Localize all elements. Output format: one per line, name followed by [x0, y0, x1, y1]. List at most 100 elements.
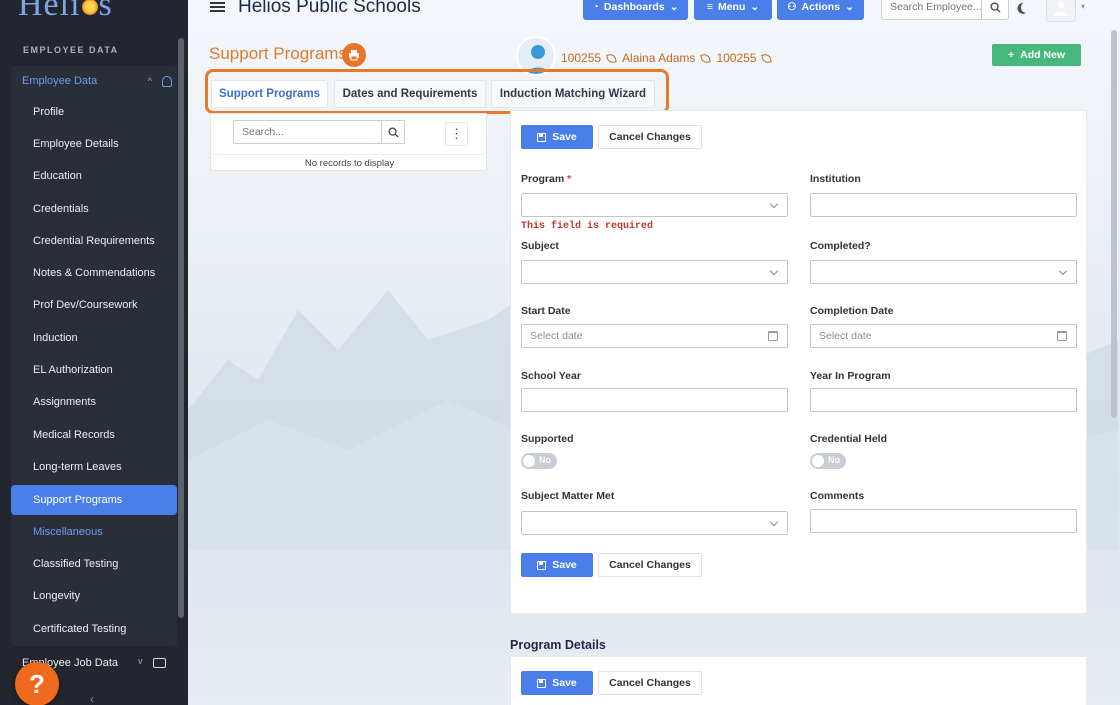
- chevron-down-icon[interactable]: ▾: [1081, 2, 1085, 11]
- sidebar-item-prof-dev[interactable]: Prof Dev/Coursework: [11, 290, 177, 320]
- dashboard-icon: ◔: [592, 1, 599, 13]
- menu-button[interactable]: ≡ Menu ⌄: [694, 0, 772, 20]
- calendar-icon: [1057, 331, 1067, 341]
- sidebar-item-credentials[interactable]: Credentials: [11, 194, 177, 224]
- records-search-input[interactable]: [234, 126, 374, 138]
- list-icon: ≡: [706, 1, 713, 13]
- subject-matter-select[interactable]: [521, 511, 788, 535]
- collapse-sidebar-icon[interactable]: ‹: [90, 692, 94, 705]
- more-options-icon[interactable]: ⋮: [445, 122, 468, 146]
- edit-icon[interactable]: [761, 52, 773, 64]
- save-button[interactable]: Save: [521, 125, 593, 149]
- helios-logo[interactable]: Heli s: [18, 0, 113, 24]
- sidebar-item-certificated-testing[interactable]: Certificated Testing: [11, 614, 177, 644]
- calendar-icon: [768, 331, 778, 341]
- plus-icon: +: [1007, 49, 1015, 61]
- add-new-label: Add New: [1020, 49, 1066, 61]
- sidebar-item-medical-records[interactable]: Medical Records: [11, 420, 177, 450]
- sidebar-scrollbar[interactable]: [178, 38, 184, 618]
- sidebar-item-credential-requirements[interactable]: Credential Requirements: [11, 226, 177, 256]
- support-program-form: Save Cancel Changes Program * This field…: [510, 110, 1087, 614]
- records-search: [233, 120, 405, 144]
- supported-value: No: [539, 455, 551, 465]
- save-button[interactable]: Save: [521, 553, 593, 577]
- program-label: Program *: [521, 173, 572, 185]
- records-list: ⋮ No records to display: [210, 113, 488, 172]
- add-new-button[interactable]: + Add New: [992, 44, 1081, 66]
- sidebar-item-miscellaneous[interactable]: Miscellaneous: [11, 517, 177, 547]
- institution-input[interactable]: [810, 193, 1077, 217]
- save-label: Save: [552, 131, 577, 143]
- edit-icon[interactable]: [606, 52, 617, 64]
- completion-date-placeholder: Select date: [819, 330, 872, 342]
- institution-label: Institution: [810, 173, 861, 185]
- credential-held-toggle[interactable]: No: [810, 453, 846, 469]
- supported-toggle[interactable]: No: [521, 453, 557, 469]
- sidebar-item-long-term-leaves[interactable]: Long-term Leaves: [11, 452, 177, 482]
- employee-search: [881, 0, 1009, 20]
- employee-info: 100255 Alaina Adams 100255: [561, 51, 773, 65]
- hamburger-icon[interactable]: [210, 2, 225, 12]
- sidebar-item-classified-testing[interactable]: Classified Testing: [11, 549, 177, 579]
- search-icon: [989, 1, 1001, 13]
- search-button[interactable]: [981, 0, 1008, 19]
- records-search-button[interactable]: [381, 121, 404, 143]
- cancel-changes-button[interactable]: Cancel Changes: [598, 671, 702, 695]
- print-icon: [349, 50, 359, 61]
- empty-records-text: No records to display: [211, 154, 488, 172]
- dark-mode-icon[interactable]: [1019, 0, 1033, 14]
- sidebar-item-longevity[interactable]: Longevity: [11, 581, 177, 611]
- chevron-down-icon: ⌄: [750, 1, 760, 13]
- edit-icon[interactable]: [700, 52, 712, 64]
- comments-input[interactable]: [810, 509, 1077, 533]
- sidebar-item-notes[interactable]: Notes & Commendations: [11, 258, 177, 288]
- employee-search-input[interactable]: [882, 0, 982, 18]
- brand-title: Helios Public Schools: [238, 0, 421, 17]
- program-error: This field is required: [521, 221, 654, 232]
- toggle-knob: [523, 455, 535, 467]
- print-button[interactable]: [342, 43, 366, 67]
- dashboards-button[interactable]: ◔ Dashboards ⌄: [583, 0, 688, 20]
- program-details-panel: Save Cancel Changes: [510, 656, 1087, 705]
- start-date-picker[interactable]: Select date: [521, 324, 788, 348]
- comments-label: Comments: [810, 490, 865, 502]
- user-icon: [1054, 1, 1068, 16]
- sidebar-item-employee-details[interactable]: Employee Details: [11, 129, 177, 159]
- year-in-program-label: Year In Program: [810, 370, 891, 382]
- actions-label: Actions: [801, 1, 841, 13]
- user-cog-icon: ⚇: [787, 1, 797, 13]
- chevron-down-icon: ⌄: [669, 1, 679, 13]
- completed-select[interactable]: [810, 260, 1077, 284]
- program-details-title: Program Details: [510, 638, 606, 652]
- cancel-changes-button[interactable]: Cancel Changes: [598, 553, 702, 577]
- sidebar-item-support-programs[interactable]: Support Programs: [11, 485, 177, 515]
- search-icon: [387, 126, 399, 138]
- sidebar-item-assignments[interactable]: Assignments: [11, 387, 177, 417]
- toggle-knob: [812, 455, 824, 467]
- school-year-input[interactable]: [521, 388, 788, 412]
- completion-date-label: Completion Date: [810, 305, 894, 317]
- save-icon: [537, 132, 547, 142]
- credential-held-value: No: [828, 455, 840, 465]
- employee-data-toggle[interactable]: Employee Data ^: [22, 72, 172, 90]
- sidebar-item-education[interactable]: Education: [11, 161, 177, 191]
- page-scrollbar[interactable]: [1111, 30, 1117, 418]
- sidebar-item-induction[interactable]: Induction: [11, 323, 177, 353]
- help-button[interactable]: ?: [15, 662, 59, 705]
- user-avatar-button[interactable]: [1046, 0, 1076, 22]
- employee-data-group: Employee Data ^ Profile Employee Details…: [11, 66, 177, 646]
- sidebar: Heli s EMPLOYEE DATA Employee Data ^ Prof…: [0, 0, 188, 705]
- start-date-placeholder: Select date: [530, 330, 583, 342]
- employee-id-secondary: 100255: [716, 51, 757, 65]
- save-button[interactable]: Save: [521, 671, 593, 695]
- cancel-changes-button[interactable]: Cancel Changes: [598, 125, 702, 149]
- completed-label: Completed?: [810, 240, 871, 252]
- year-in-program-input[interactable]: [810, 388, 1077, 412]
- sidebar-item-el-authorization[interactable]: EL Authorization: [11, 355, 177, 385]
- program-select[interactable]: [521, 193, 788, 217]
- actions-button[interactable]: ⚇ Actions ⌄: [777, 0, 864, 20]
- sidebar-item-profile[interactable]: Profile: [11, 97, 177, 127]
- top-bar: Helios Public Schools ◔ Dashboards ⌄ ≡ Menu…: [188, 0, 1120, 32]
- subject-select[interactable]: [521, 260, 788, 284]
- completion-date-picker[interactable]: Select date: [810, 324, 1077, 348]
